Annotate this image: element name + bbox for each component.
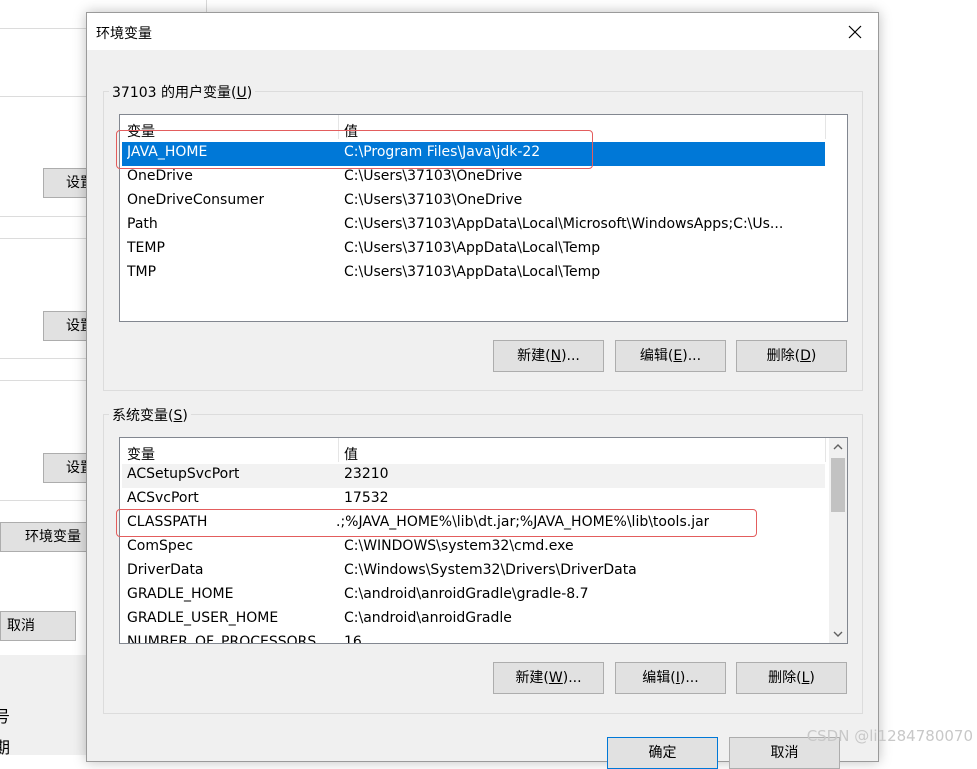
variable-value: C:\android\anroidGradle\gradle-8.7 (344, 586, 589, 602)
variable-name: Path (127, 216, 158, 232)
table-row[interactable]: JAVA_HOME C:\Program Files\Java\jdk-22 (122, 142, 825, 166)
table-row[interactable]: OneDriveConsumer C:\Users\37103\OneDrive (122, 190, 825, 214)
user-delete-button[interactable]: 删除(D) (736, 340, 847, 372)
table-row[interactable]: ACSvcPort 17532 (122, 488, 825, 512)
background-text: 期 (0, 738, 11, 757)
variable-name: JAVA_HOME (127, 144, 208, 160)
user-variables-group: 37103 的用户变量(U) 变量 值 JAVA_HOME C:\Program… (103, 82, 863, 391)
variable-name: OneDriveConsumer (127, 192, 265, 208)
variable-name: ACSetupSvcPort (127, 466, 240, 482)
variable-value: C:\Users\37103\AppData\Local\Temp (344, 240, 601, 256)
system-variables-group: 系统变量(S) 变量 值 ACSetupSvcPort 23210 ACSvcP… (103, 405, 863, 714)
watermark: CSDN @li1284780070 (806, 727, 973, 745)
system-variables-label: 系统变量(S) (109, 405, 191, 425)
variable-value: C:\Users\37103\OneDrive (344, 192, 523, 208)
variable-value: C:\Users\37103\AppData\Local\Microsoft\W… (344, 216, 784, 232)
vertical-scrollbar[interactable] (829, 438, 847, 643)
variable-name: ACSvcPort (127, 490, 199, 506)
variable-name: DriverData (127, 562, 204, 578)
table-row[interactable]: GRADLE_USER_HOME C:\android\anroidGradle (122, 608, 825, 632)
user-variables-label: 37103 的用户变量(U) (109, 82, 256, 102)
variable-value: .;%JAVA_HOME%\lib\dt.jar;%JAVA_HOME%\lib… (336, 514, 710, 530)
variable-value: C:\android\anroidGradle (344, 610, 512, 626)
background-text: 号 (0, 707, 11, 726)
system-delete-button[interactable]: 删除(L) (736, 662, 847, 694)
column-divider[interactable] (825, 438, 826, 462)
column-header-value[interactable]: 值 (344, 121, 358, 141)
variable-name: ComSpec (127, 538, 194, 554)
scroll-thumb[interactable] (831, 458, 845, 512)
variable-value: 17532 (344, 490, 389, 506)
environment-variables-dialog: 环境变量 37103 的用户变量(U) 变量 值 JAVA_HOME C:\Pr… (86, 12, 879, 769)
table-row[interactable]: GRADLE_HOME C:\android\anroidGradle\grad… (122, 584, 825, 608)
table-row[interactable]: TEMP C:\Users\37103\AppData\Local\Temp (122, 238, 825, 262)
scroll-down-button[interactable] (829, 625, 847, 643)
table-row[interactable]: ACSetupSvcPort 23210 (122, 464, 825, 488)
variable-name: CLASSPATH (127, 514, 208, 530)
system-edit-button[interactable]: 编辑(I)... (615, 662, 726, 694)
variable-name: OneDrive (127, 168, 193, 184)
variable-value: C:\Windows\System32\Drivers\DriverData (344, 562, 637, 578)
dialog-title: 环境变量 (96, 26, 152, 42)
column-divider[interactable] (825, 115, 826, 139)
user-new-button[interactable]: 新建(N)... (493, 340, 604, 372)
variable-name: GRADLE_HOME (127, 586, 234, 602)
table-row[interactable]: DriverData C:\Windows\System32\Drivers\D… (122, 560, 825, 584)
close-icon (848, 25, 862, 39)
variable-name: TMP (127, 264, 157, 280)
table-row[interactable]: CLASSPATH .;%JAVA_HOME%\lib\dt.jar;%JAVA… (122, 512, 825, 536)
title-bar: 环境变量 (87, 13, 878, 50)
background-cancel-button[interactable]: 取消 (0, 611, 76, 641)
chevron-up-icon (833, 444, 843, 450)
table-row[interactable]: Path C:\Users\37103\AppData\Local\Micros… (122, 214, 825, 238)
system-variables-list[interactable]: 变量 值 ACSetupSvcPort 23210 ACSvcPort 1753… (119, 437, 848, 644)
column-header-variable[interactable]: 变量 (127, 444, 155, 464)
table-row[interactable]: TMP C:\Users\37103\AppData\Local\Temp (122, 262, 825, 286)
table-row[interactable]: NUMBER_OF_PROCESSORS 16 (122, 632, 825, 644)
list-header: 变量 值 (120, 438, 847, 464)
variable-value: C:\Users\37103\AppData\Local\Temp (344, 264, 601, 280)
table-row[interactable]: OneDrive C:\Users\37103\OneDrive (122, 166, 825, 190)
variable-value: 23210 (344, 466, 389, 482)
column-divider[interactable] (338, 115, 339, 139)
variable-name: TEMP (127, 240, 165, 256)
column-header-variable[interactable]: 变量 (127, 121, 155, 141)
variable-name: NUMBER_OF_PROCESSORS (127, 634, 317, 644)
ok-button[interactable]: 确定 (607, 737, 718, 769)
variable-value: C:\WINDOWS\system32\cmd.exe (344, 538, 574, 554)
list-header: 变量 值 (120, 115, 847, 141)
user-edit-button[interactable]: 编辑(E)... (615, 340, 726, 372)
user-variables-list[interactable]: 变量 值 JAVA_HOME C:\Program Files\Java\jdk… (119, 114, 848, 322)
column-header-value[interactable]: 值 (344, 444, 358, 464)
scroll-up-button[interactable] (829, 438, 847, 456)
column-divider[interactable] (338, 438, 339, 462)
variable-name: GRADLE_USER_HOME (127, 610, 279, 626)
variable-value: C:\Users\37103\OneDrive (344, 168, 523, 184)
variable-value: C:\Program Files\Java\jdk-22 (344, 144, 541, 160)
close-button[interactable] (832, 13, 878, 50)
table-row[interactable]: ComSpec C:\WINDOWS\system32\cmd.exe (122, 536, 825, 560)
environment-variables-button[interactable]: 环境变量 (0, 522, 100, 552)
variable-value: 16 (344, 634, 362, 644)
chevron-down-icon (833, 631, 843, 637)
system-new-button[interactable]: 新建(W)... (493, 662, 604, 694)
